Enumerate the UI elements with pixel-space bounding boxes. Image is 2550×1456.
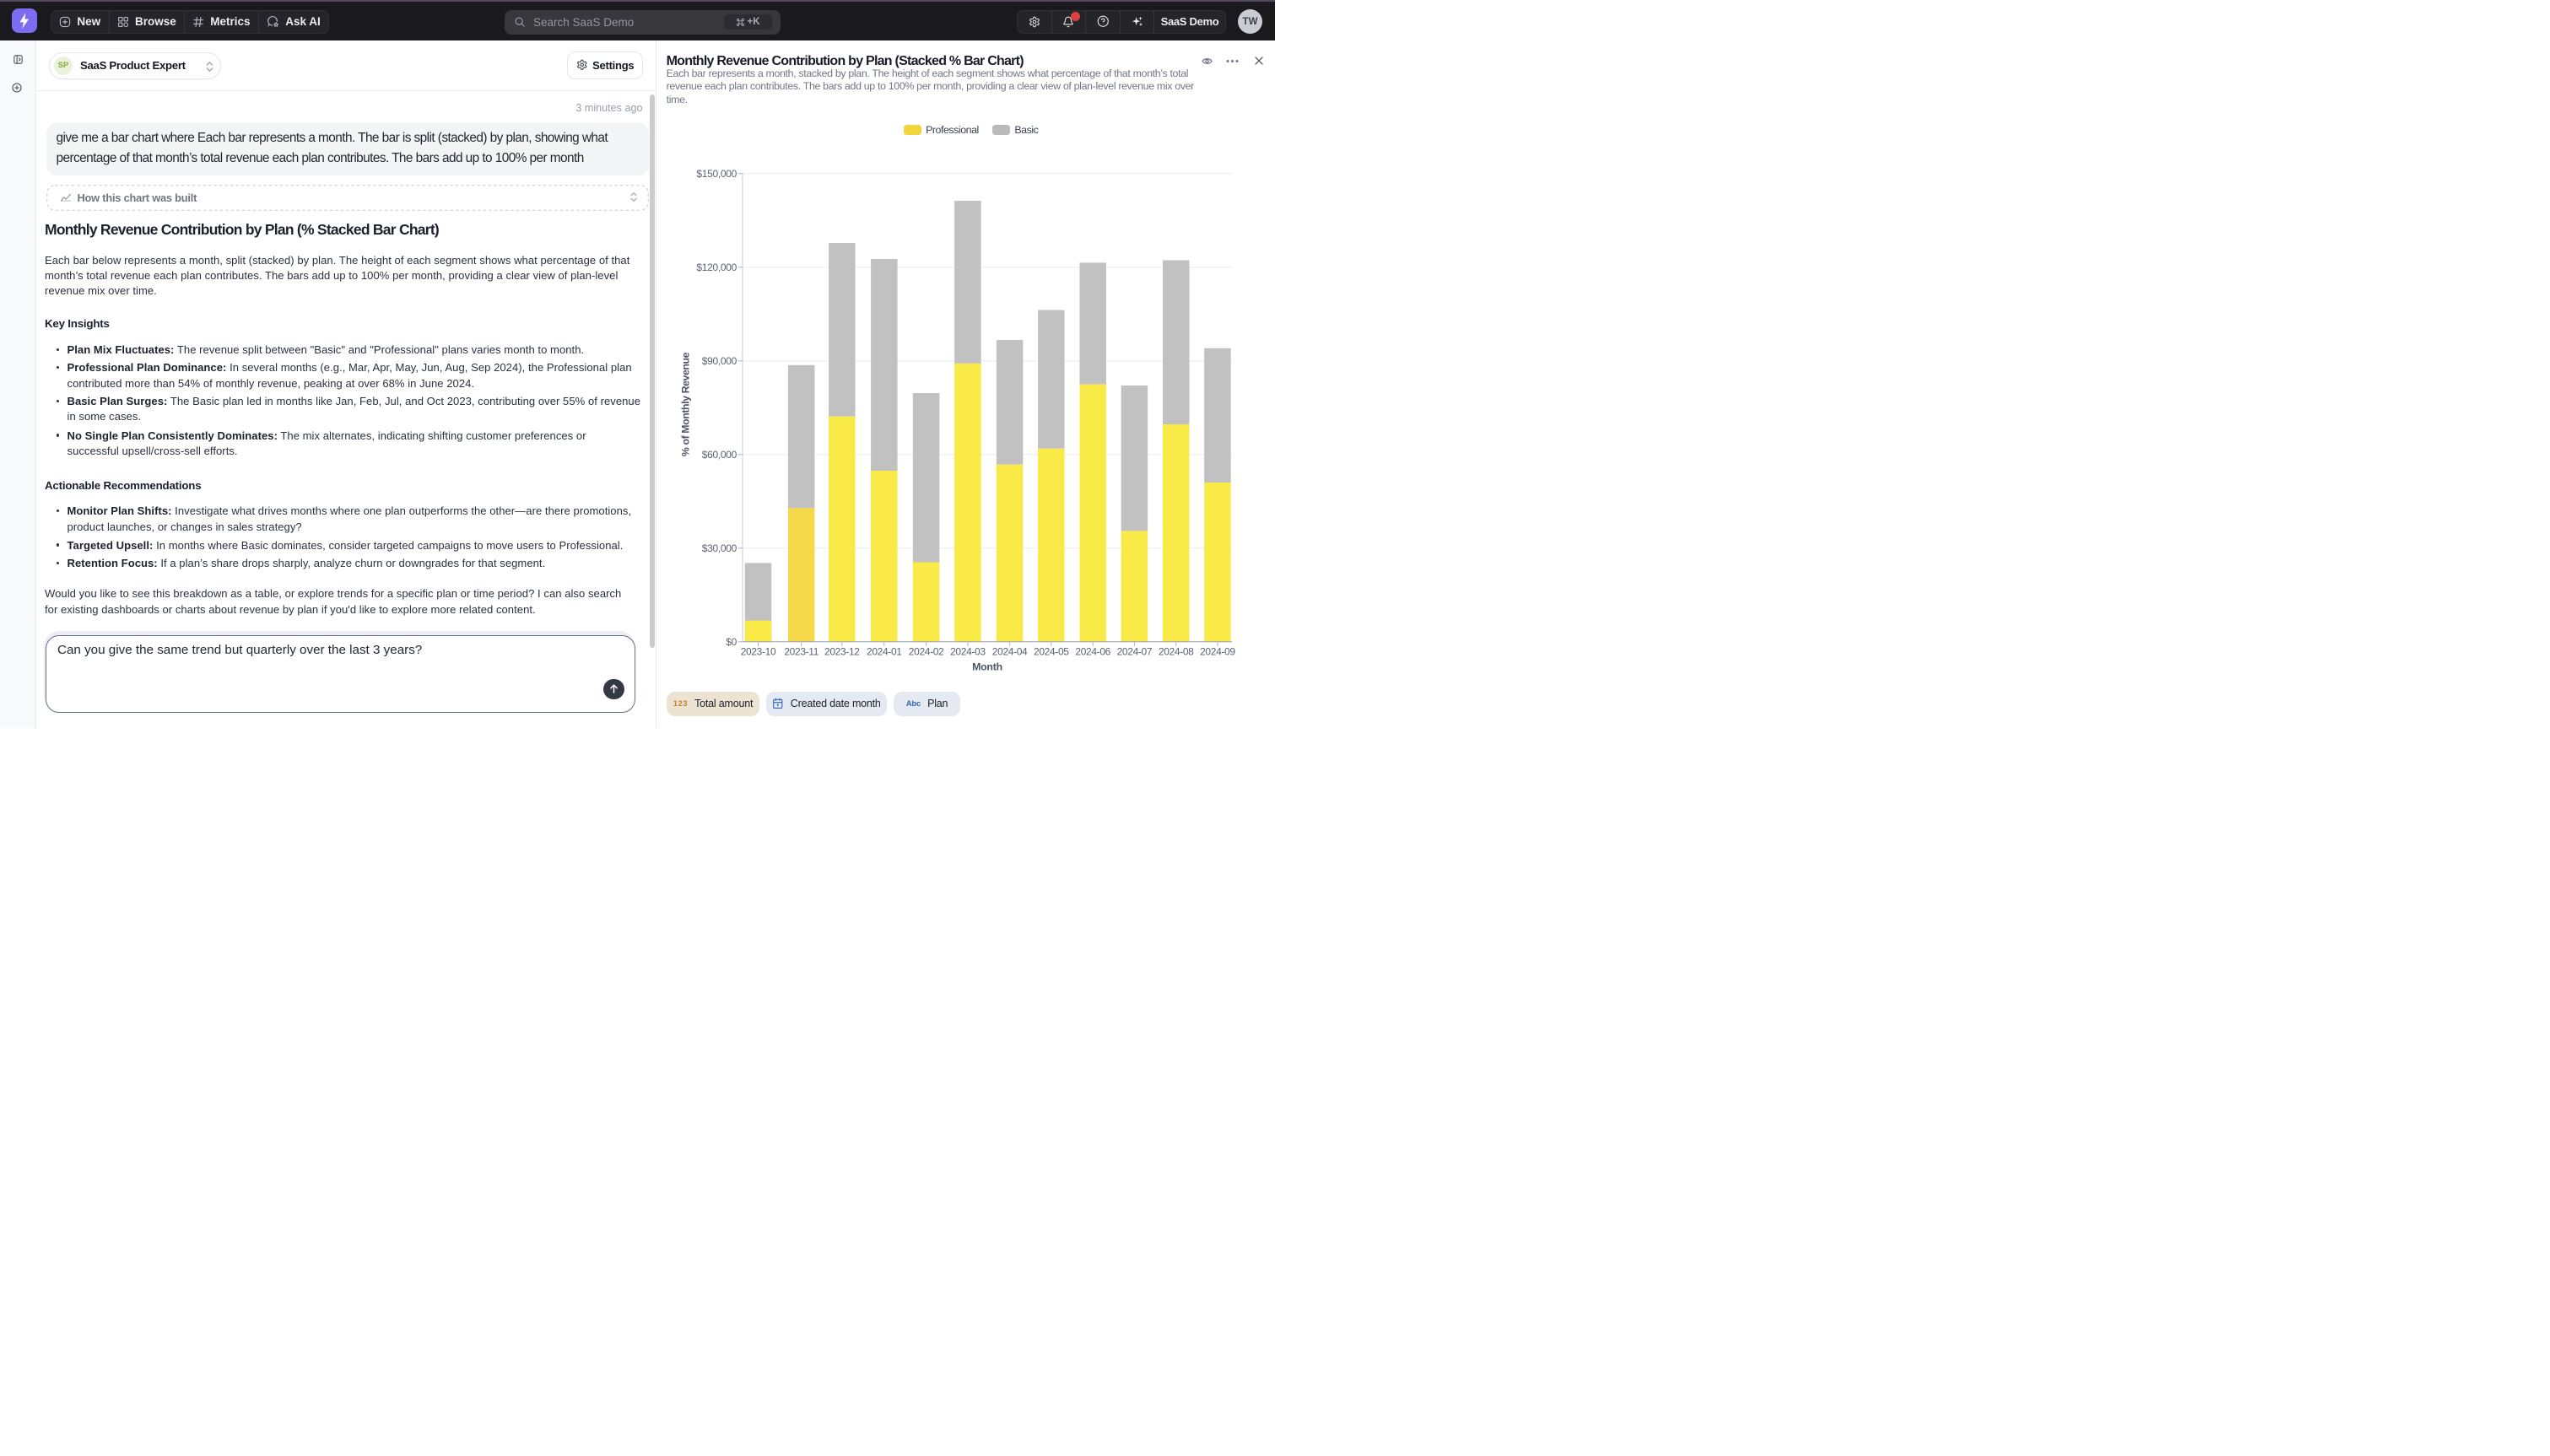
svg-text:2023-12: 2023-12 bbox=[824, 646, 860, 658]
svg-text:2024-07: 2024-07 bbox=[1117, 646, 1153, 658]
svg-text:2024-09: 2024-09 bbox=[1200, 646, 1235, 658]
svg-text:2024-01: 2024-01 bbox=[867, 646, 902, 658]
svg-text:2024-02: 2024-02 bbox=[909, 646, 944, 658]
svg-text:$150,000: $150,000 bbox=[696, 168, 737, 180]
svg-text:2024-04: 2024-04 bbox=[992, 646, 1028, 658]
svg-text:$90,000: $90,000 bbox=[702, 355, 737, 367]
svg-text:2024-08: 2024-08 bbox=[1159, 646, 1194, 658]
svg-text:$60,000: $60,000 bbox=[702, 449, 737, 461]
svg-text:$30,000: $30,000 bbox=[702, 542, 737, 554]
svg-text:2023-10: 2023-10 bbox=[741, 646, 776, 658]
svg-text:$120,000: $120,000 bbox=[696, 262, 737, 273]
svg-text:% of Monthly Revenue: % of Monthly Revenue bbox=[680, 352, 692, 456]
svg-text:2024-05: 2024-05 bbox=[1034, 646, 1069, 658]
svg-text:$0: $0 bbox=[726, 636, 737, 648]
svg-text:2023-11: 2023-11 bbox=[784, 646, 818, 658]
svg-text:Month: Month bbox=[972, 661, 1002, 673]
svg-text:2024-03: 2024-03 bbox=[950, 646, 986, 658]
svg-text:2024-06: 2024-06 bbox=[1075, 646, 1110, 658]
